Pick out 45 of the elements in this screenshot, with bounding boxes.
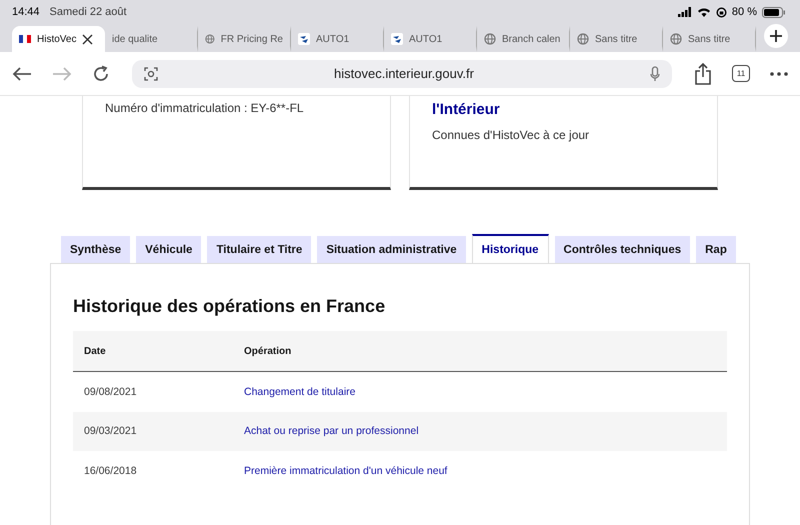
tab[interactable]: Synthèse bbox=[61, 236, 130, 263]
section-heading: Historique des opérations en France bbox=[73, 296, 386, 317]
globe-icon bbox=[205, 33, 215, 45]
more-icon[interactable] bbox=[770, 72, 788, 76]
tab[interactable]: Véhicule bbox=[136, 236, 202, 263]
lock-rotation-icon bbox=[716, 6, 727, 18]
microphone-icon[interactable] bbox=[650, 66, 660, 82]
tab[interactable]: Contrôles techniques bbox=[554, 236, 690, 263]
browser-tab[interactable]: HistoVec bbox=[12, 26, 105, 52]
column-header: Date bbox=[83, 346, 107, 356]
tab[interactable]: Historique bbox=[472, 234, 549, 263]
table-cell-text: 09/08/2021 bbox=[83, 386, 138, 398]
battery-percent: 80 % bbox=[732, 6, 757, 18]
globe-icon bbox=[670, 33, 682, 45]
flag-icon bbox=[19, 35, 31, 43]
arrow-logo-icon bbox=[391, 33, 403, 45]
column-header: Opération bbox=[244, 346, 292, 356]
camera-search-icon[interactable] bbox=[144, 66, 158, 80]
tab[interactable]: Titulaire et Titre bbox=[207, 236, 312, 263]
card-title: l'Intérieur bbox=[432, 101, 501, 118]
status-time: 14:44 bbox=[12, 6, 40, 18]
reload-icon[interactable] bbox=[92, 64, 110, 82]
plus-icon bbox=[769, 29, 783, 43]
globe-icon bbox=[484, 33, 496, 45]
globe-icon bbox=[577, 33, 589, 45]
address-bar[interactable]: histovec.interieur.gouv.fr bbox=[132, 60, 672, 88]
new-tab-button[interactable] bbox=[764, 24, 788, 48]
wifi-icon bbox=[696, 7, 711, 17]
operation-link[interactable]: Achat ou reprise par un professionnel bbox=[244, 425, 419, 438]
operation-link[interactable]: Changement de titulaire bbox=[244, 386, 356, 398]
tab[interactable]: Rap bbox=[696, 236, 736, 263]
tab[interactable]: Situation administrative bbox=[317, 236, 466, 263]
tab-count-button[interactable]: 11 bbox=[732, 65, 750, 82]
table-cell-text: 16/06/2018 bbox=[83, 464, 138, 477]
share-icon[interactable] bbox=[694, 62, 712, 84]
signal-icon bbox=[678, 7, 692, 17]
arrow-logo-icon bbox=[298, 33, 310, 45]
operation-link[interactable]: Première immatriculation d'un véhicule neuf bbox=[244, 464, 448, 477]
battery-icon bbox=[762, 6, 786, 18]
status-date: Samedi 22 août bbox=[50, 6, 127, 18]
close-icon[interactable] bbox=[82, 34, 94, 44]
card-text: Numéro d'immatriculation : EY-6**-FL bbox=[105, 101, 305, 115]
card-text: Connues d'HistoVec à ce jour bbox=[432, 128, 590, 142]
table-cell-text: 09/03/2021 bbox=[83, 425, 138, 438]
back-icon[interactable] bbox=[12, 66, 32, 82]
